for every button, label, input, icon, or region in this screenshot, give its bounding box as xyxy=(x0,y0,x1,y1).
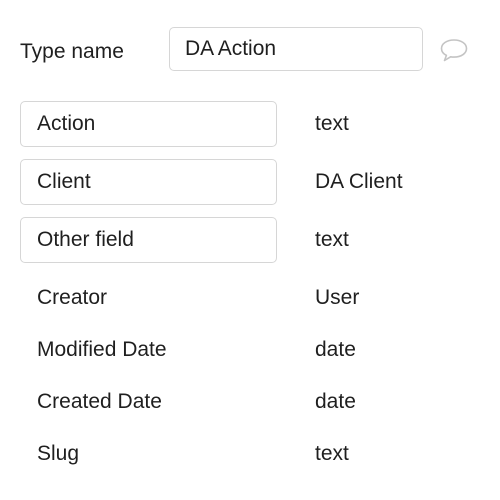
field-name: Creator xyxy=(37,286,108,309)
field-type: date xyxy=(315,390,356,413)
field-row: text xyxy=(20,217,480,263)
type-name-label: Type name xyxy=(20,40,124,63)
field-type: User xyxy=(315,286,360,309)
field-type: text xyxy=(315,112,349,135)
field-type: DA Client xyxy=(315,170,403,193)
field-type: date xyxy=(315,338,356,361)
field-name: Modified Date xyxy=(37,338,167,361)
builtin-field-row: Created Date date xyxy=(20,379,480,425)
type-name-input[interactable] xyxy=(169,27,423,71)
field-type: text xyxy=(315,228,349,251)
field-type: text xyxy=(315,442,349,465)
builtin-field-row: Slug text xyxy=(20,431,480,477)
field-name: Created Date xyxy=(37,390,162,413)
builtin-field-row: Modified Date date xyxy=(20,327,480,373)
field-name-input[interactable] xyxy=(20,159,277,205)
builtin-field-row: Creator User xyxy=(20,275,480,321)
field-row: DA Client xyxy=(20,159,480,205)
field-row: text xyxy=(20,101,480,147)
field-name-input[interactable] xyxy=(20,217,277,263)
field-name-input[interactable] xyxy=(20,101,277,147)
field-name: Slug xyxy=(37,442,80,465)
speech-bubble-icon[interactable] xyxy=(438,36,470,64)
